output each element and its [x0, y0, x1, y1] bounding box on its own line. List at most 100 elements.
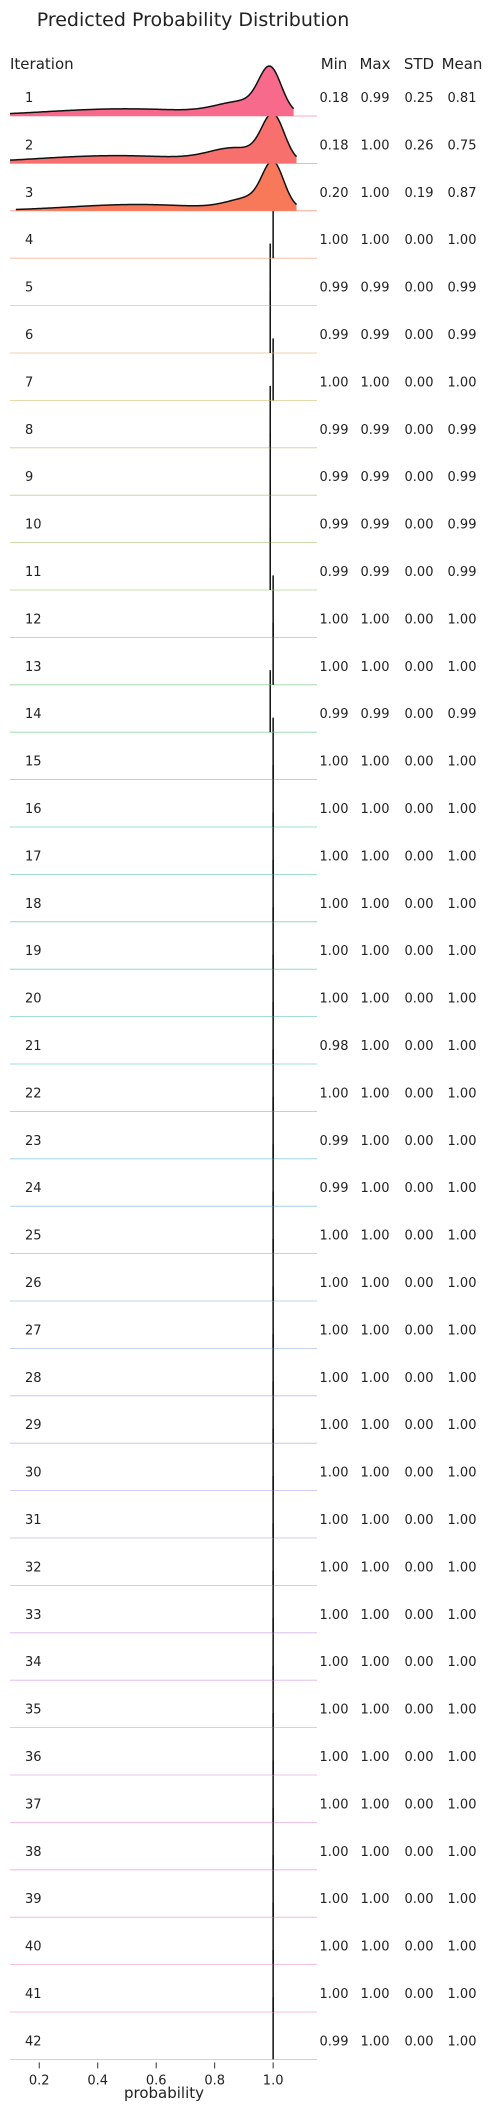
stat-std-value: 0.00 — [405, 1513, 434, 1528]
stat-mean-value: 1.00 — [448, 1703, 477, 1718]
iteration-label: 19 — [25, 944, 42, 959]
stat-mean-value: 1.00 — [448, 1845, 477, 1860]
iteration-label: 42 — [25, 2034, 42, 2049]
stat-max-value: 1.00 — [361, 1181, 390, 1196]
stat-max-value: 1.00 — [361, 1323, 390, 1338]
stat-mean-value: 0.99 — [448, 470, 477, 485]
iteration-label: 10 — [25, 518, 42, 533]
stat-max-value: 1.00 — [361, 660, 390, 675]
ridge-area — [15, 160, 297, 211]
stat-min-value: 0.20 — [320, 186, 349, 201]
stat-mean-value: 1.00 — [448, 1560, 477, 1575]
stat-min-value: 1.00 — [320, 849, 349, 864]
stat-min-value: 1.00 — [320, 944, 349, 959]
stat-std-value: 0.00 — [405, 1987, 434, 2002]
iteration-label: 16 — [25, 802, 42, 817]
stat-std-value: 0.00 — [405, 1655, 434, 1670]
stat-mean-value: 1.00 — [448, 1276, 477, 1291]
stat-mean-value: 1.00 — [448, 849, 477, 864]
stat-min-value: 0.99 — [320, 470, 349, 485]
stat-max-value: 0.99 — [361, 518, 390, 533]
stat-std-value: 0.00 — [405, 565, 434, 580]
stat-mean-value: 1.00 — [448, 1750, 477, 1765]
stat-std-value: 0.00 — [405, 233, 434, 248]
stat-max-value: 1.00 — [361, 186, 390, 201]
stat-max-value: 1.00 — [361, 1892, 390, 1907]
stat-std-value: 0.00 — [405, 1750, 434, 1765]
stat-min-value: 1.00 — [320, 1513, 349, 1528]
stat-mean-value: 1.00 — [448, 1513, 477, 1528]
stat-max-value: 1.00 — [361, 897, 390, 912]
stat-mean-value: 1.00 — [448, 944, 477, 959]
iteration-label: 7 — [25, 375, 33, 390]
stat-mean-value: 1.00 — [448, 1987, 477, 2002]
x-tick-label: 0.4 — [87, 2073, 108, 2088]
x-axis-label: probability — [124, 2084, 204, 2102]
stat-mean-value: 1.00 — [448, 1371, 477, 1386]
stat-min-value: 0.99 — [320, 1134, 349, 1149]
stat-mean-value: 0.99 — [448, 565, 477, 580]
stat-std-value: 0.00 — [405, 612, 434, 627]
stat-min-value: 1.00 — [320, 1797, 349, 1812]
iteration-label: 36 — [25, 1750, 42, 1765]
iteration-label: 33 — [25, 1608, 42, 1623]
iteration-header: Iteration — [10, 55, 74, 73]
stat-min-value: 1.00 — [320, 1608, 349, 1623]
stat-std-value: 0.00 — [405, 470, 434, 485]
stat-mean-value: 1.00 — [448, 802, 477, 817]
stat-min-value: 1.00 — [320, 897, 349, 912]
stat-mean-value: 0.75 — [448, 138, 477, 153]
stat-std-value: 0.00 — [405, 1797, 434, 1812]
stat-min-value: 0.99 — [320, 423, 349, 438]
iteration-label: 40 — [25, 1940, 42, 1955]
stat-max-value: 1.00 — [361, 375, 390, 390]
stat-mean-value: 1.00 — [448, 1181, 477, 1196]
stat-min-value: 1.00 — [320, 375, 349, 390]
stat-mean-value: 1.00 — [448, 1229, 477, 1244]
iteration-label: 13 — [25, 660, 42, 675]
stat-mean-value: 1.00 — [448, 1892, 477, 1907]
stat-min-value: 1.00 — [320, 802, 349, 817]
stat-mean-value: 1.00 — [448, 897, 477, 912]
stat-min-value: 1.00 — [320, 1703, 349, 1718]
x-tick-label: 1.0 — [263, 2073, 284, 2088]
iteration-label: 1 — [25, 91, 33, 106]
stat-min-value: 1.00 — [320, 660, 349, 675]
stat-std-value: 0.25 — [405, 91, 434, 106]
stat-min-value: 1.00 — [320, 755, 349, 770]
stat-min-value: 1.00 — [320, 1987, 349, 2002]
stat-min-value: 0.99 — [320, 707, 349, 722]
stat-std-value: 0.00 — [405, 1371, 434, 1386]
iteration-label: 34 — [25, 1655, 42, 1670]
ridges — [9, 65, 317, 2060]
stat-max-value: 1.00 — [361, 944, 390, 959]
stat-std-value: 0.00 — [405, 1845, 434, 1860]
stat-mean-value: 1.00 — [448, 1039, 477, 1054]
iteration-label: 2 — [25, 138, 33, 153]
stat-std-value: 0.00 — [405, 281, 434, 296]
stat-mean-value: 1.00 — [448, 612, 477, 627]
stat-min-value: 0.99 — [320, 281, 349, 296]
stat-mean-value: 0.99 — [448, 423, 477, 438]
stat-min-value: 1.00 — [320, 1086, 349, 1101]
stat-min-value: 1.00 — [320, 992, 349, 1007]
stat-std-value: 0.00 — [405, 707, 434, 722]
stat-min-value: 1.00 — [320, 1750, 349, 1765]
stat-std-value: 0.00 — [405, 518, 434, 533]
iteration-label: 24 — [25, 1181, 42, 1196]
iteration-label: 17 — [25, 849, 42, 864]
stat-max-value: 1.00 — [361, 138, 390, 153]
iteration-label: 37 — [25, 1797, 42, 1812]
stat-min-value: 0.99 — [320, 518, 349, 533]
stat-max-value: 1.00 — [361, 1797, 390, 1812]
stat-std-value: 0.00 — [405, 1039, 434, 1054]
stat-max-value: 0.99 — [361, 423, 390, 438]
iteration-label: 29 — [25, 1418, 42, 1433]
stat-min-value: 1.00 — [320, 1560, 349, 1575]
stat-max-value: 1.00 — [361, 1608, 390, 1623]
stat-std-value: 0.26 — [405, 138, 434, 153]
iteration-label: 11 — [25, 565, 42, 580]
stat-max-value: 0.99 — [361, 328, 390, 343]
stat-mean-value: 1.00 — [448, 992, 477, 1007]
stat-min-value: 1.00 — [320, 233, 349, 248]
